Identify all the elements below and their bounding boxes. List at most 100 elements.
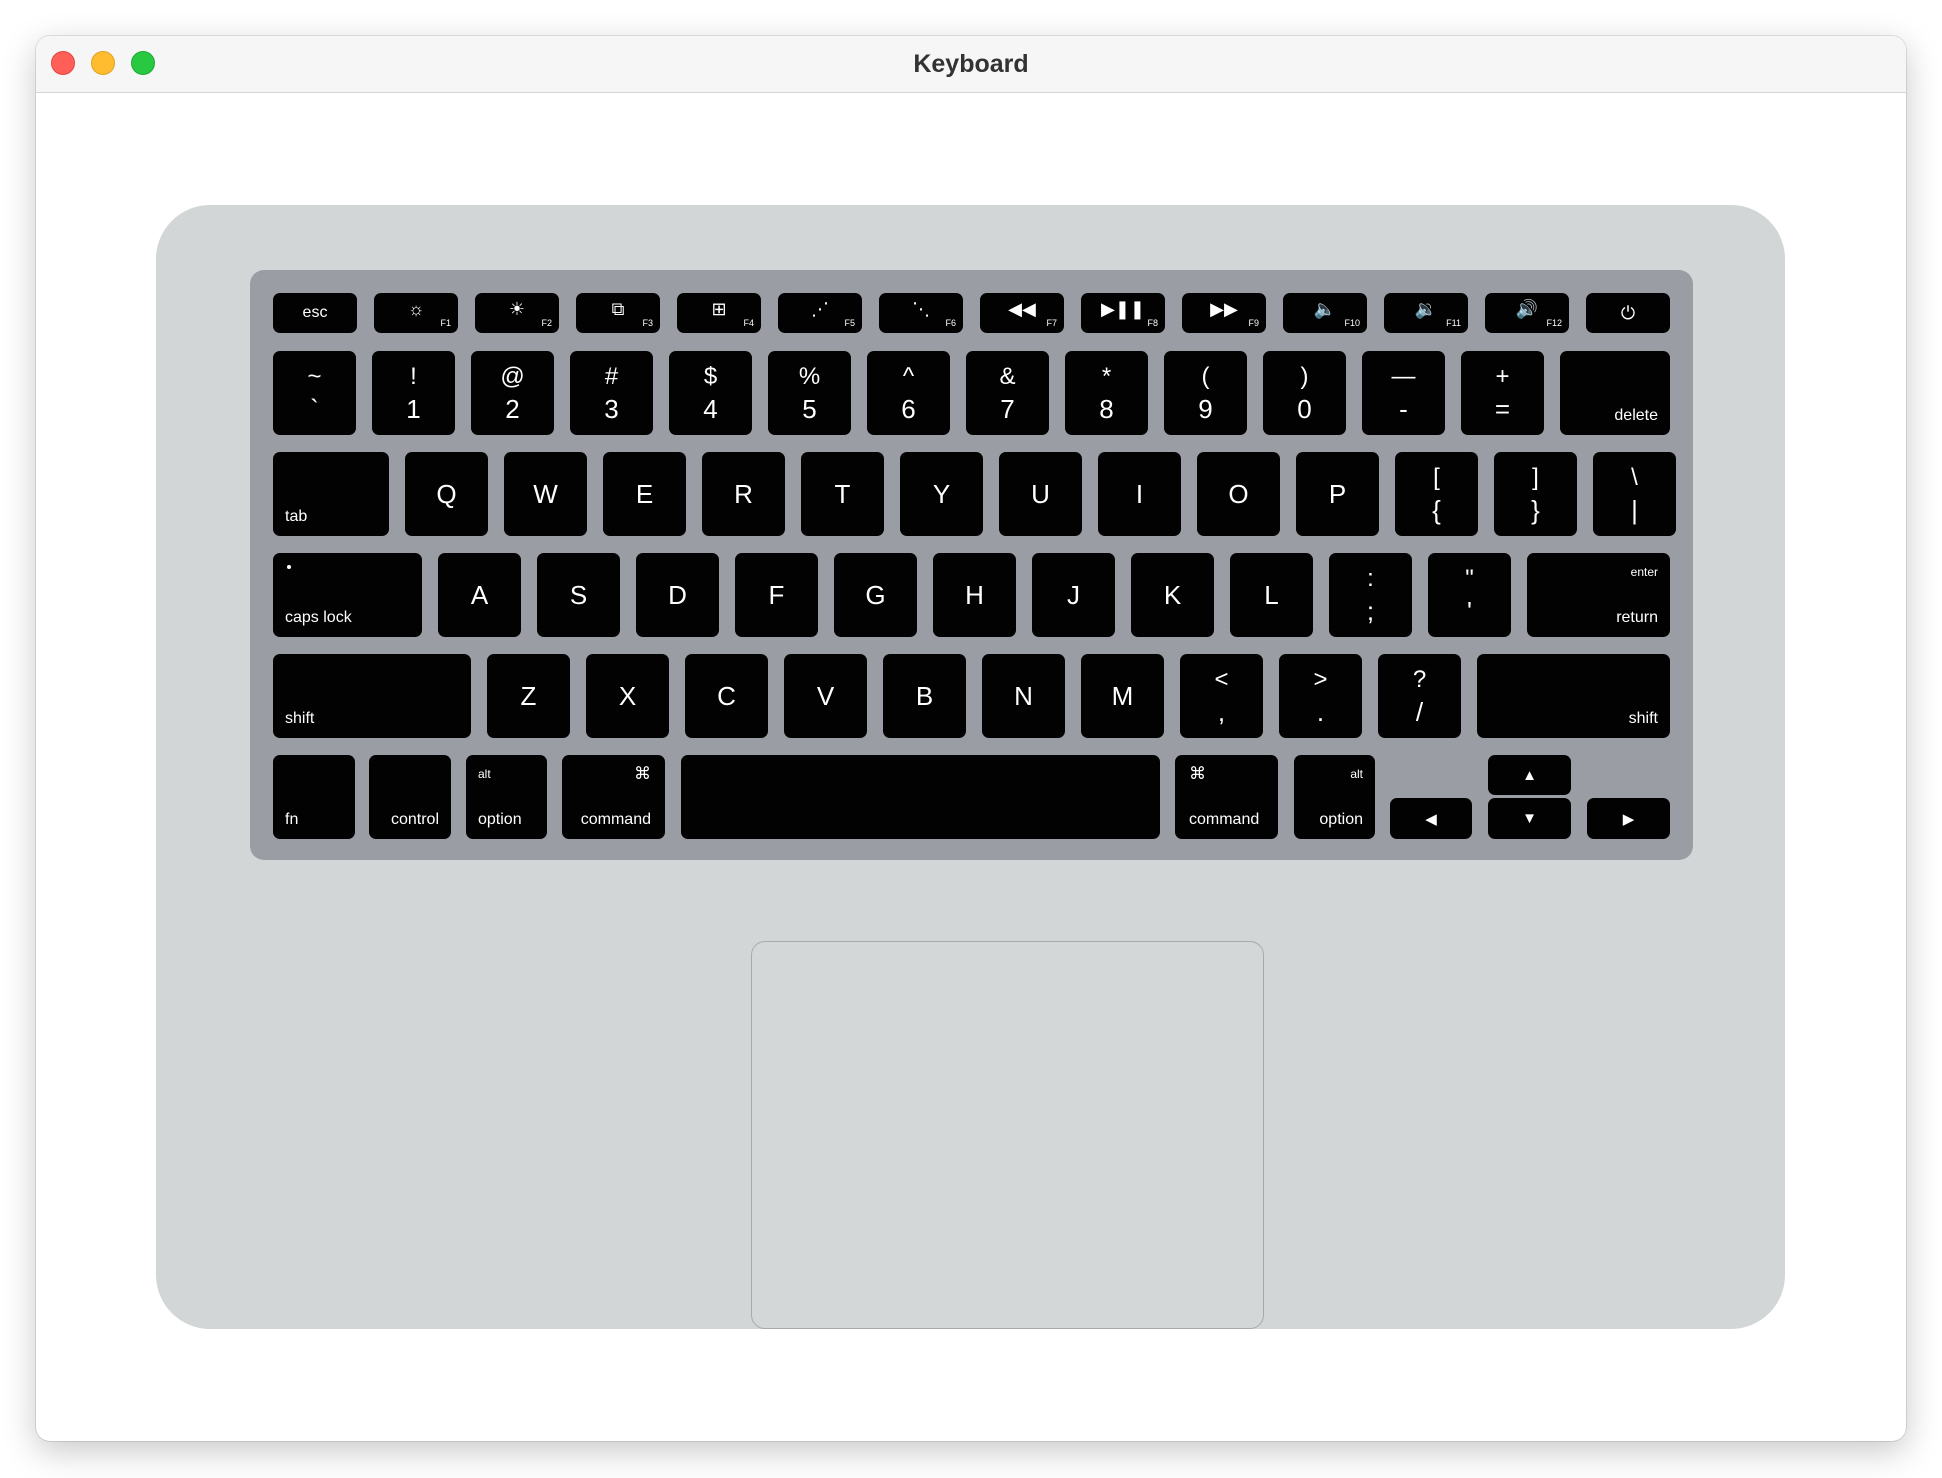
key-arrow-right[interactable]: ▶	[1587, 798, 1670, 839]
key-f1[interactable]: ☼ F1	[374, 293, 458, 333]
key-number-11[interactable]: — -	[1362, 351, 1445, 435]
key-quote-1[interactable]: " '	[1428, 553, 1511, 637]
trackpad[interactable]	[751, 941, 1264, 1329]
key-number-6[interactable]: ^ 6	[867, 351, 950, 435]
key-f4[interactable]: ⊞ F4	[677, 293, 761, 333]
key-f11[interactable]: 🔉 F11	[1384, 293, 1468, 333]
key-power[interactable]: ⏻	[1586, 293, 1670, 333]
key-m[interactable]: M	[1081, 654, 1164, 738]
key-f2[interactable]: ☀ F2	[475, 293, 559, 333]
key-control[interactable]: control	[369, 755, 451, 839]
key-char: E	[635, 478, 654, 509]
key-l[interactable]: L	[1230, 553, 1313, 637]
key-number-9[interactable]: (9	[1164, 351, 1247, 435]
key-k[interactable]: K	[1131, 553, 1214, 637]
key-arrow-up[interactable]: ▲	[1488, 755, 1571, 795]
key-tab[interactable]: tab	[273, 452, 389, 536]
key-label: fn	[285, 811, 299, 828]
key-s[interactable]: S	[537, 553, 620, 637]
key-bracket-0[interactable]: [{	[1395, 452, 1478, 536]
key-number-0[interactable]: ~ `	[273, 351, 356, 435]
key-number-3[interactable]: #3	[570, 351, 653, 435]
key-label: command	[1189, 811, 1260, 828]
key-number-5[interactable]: % 5	[768, 351, 851, 435]
play-pause-icon: ▶❚❚	[1100, 299, 1145, 319]
key-t[interactable]: T	[801, 452, 884, 536]
key-f6[interactable]: ⋱ F6	[879, 293, 963, 333]
key-char: S	[569, 579, 588, 610]
key-number-2[interactable]: @2	[471, 351, 554, 435]
key-r[interactable]: R	[702, 452, 785, 536]
key-number-1[interactable]: ! 1	[372, 351, 455, 435]
key-n[interactable]: N	[982, 654, 1065, 738]
key-a[interactable]: A	[438, 553, 521, 637]
brightness-up-icon: ☀	[508, 299, 526, 319]
key-punct-2[interactable]: ? /	[1378, 654, 1461, 738]
key-alt-label: alt	[1350, 767, 1363, 781]
key-v[interactable]: V	[784, 654, 867, 738]
key-p[interactable]: P	[1296, 452, 1379, 536]
key-punct-1[interactable]: >.	[1279, 654, 1362, 738]
key-char: }	[1531, 495, 1540, 525]
key-arrow-left[interactable]: ◀	[1390, 798, 1472, 839]
key-q[interactable]: Q	[405, 452, 488, 536]
key-h[interactable]: H	[933, 553, 1016, 637]
key-i[interactable]: I	[1098, 452, 1181, 536]
key-esc[interactable]: esc	[273, 293, 357, 333]
key-y[interactable]: Y	[900, 452, 983, 536]
key-delete[interactable]: delete	[1560, 351, 1670, 435]
key-char: 8	[1099, 394, 1114, 424]
key-return[interactable]: enter return	[1527, 553, 1670, 637]
key-fn[interactable]: fn	[273, 755, 355, 839]
power-icon: ⏻	[1620, 302, 1636, 323]
key-number-7[interactable]: & 7	[966, 351, 1049, 435]
key-b[interactable]: B	[883, 654, 966, 738]
key-j[interactable]: J	[1032, 553, 1115, 637]
key-w[interactable]: W	[504, 452, 587, 536]
key-f5[interactable]: ⋰ F5	[778, 293, 862, 333]
key-char: L	[1264, 579, 1279, 610]
key-label: shift	[1628, 710, 1658, 727]
key-o[interactable]: O	[1197, 452, 1280, 536]
key-z[interactable]: Z	[487, 654, 570, 738]
fast-forward-icon: ▶▶	[1210, 299, 1238, 319]
volume-down-icon: 🔉	[1414, 299, 1438, 319]
key-f12[interactable]: 🔊 F12	[1485, 293, 1569, 333]
caps-lock-indicator	[287, 565, 291, 569]
key-char: V	[816, 680, 835, 711]
key-e[interactable]: E	[603, 452, 686, 536]
key-char: 4	[703, 394, 718, 424]
key-quote-0[interactable]: :;	[1329, 553, 1412, 637]
key-number-12[interactable]: + =	[1461, 351, 1544, 435]
key-x[interactable]: X	[586, 654, 669, 738]
key-bracket-1[interactable]: ]}	[1494, 452, 1577, 536]
key-char: A	[470, 579, 489, 610]
key-f[interactable]: F	[735, 553, 818, 637]
key-char: 9	[1198, 394, 1213, 424]
key-option-right[interactable]: alt option	[1294, 755, 1375, 839]
key-f8[interactable]: ▶❚❚ F8	[1081, 293, 1165, 333]
key-shift-right[interactable]: shift	[1477, 654, 1670, 738]
key-number-4[interactable]: $4	[669, 351, 752, 435]
key-char: Z	[520, 680, 537, 711]
key-shift-left[interactable]: shift	[273, 654, 471, 738]
key-space[interactable]	[681, 755, 1160, 839]
key-caps-lock[interactable]: caps lock	[273, 553, 422, 637]
key-bracket-2[interactable]: \ |	[1593, 452, 1676, 536]
key-fn-label: F12	[1546, 318, 1562, 328]
key-f9[interactable]: ▶▶ F9	[1182, 293, 1266, 333]
key-number-8[interactable]: * 8	[1065, 351, 1148, 435]
key-number-10[interactable]: ) 0	[1263, 351, 1346, 435]
key-d[interactable]: D	[636, 553, 719, 637]
key-arrow-down[interactable]: ▼	[1488, 798, 1571, 839]
key-command-right[interactable]: ⌘ command	[1175, 755, 1278, 839]
key-f10[interactable]: 🔈 F10	[1283, 293, 1367, 333]
key-option-left[interactable]: alt option	[466, 755, 547, 839]
key-f7[interactable]: ◀◀ F7	[980, 293, 1064, 333]
key-g[interactable]: G	[834, 553, 917, 637]
key-punct-0[interactable]: <,	[1180, 654, 1263, 738]
key-c[interactable]: C	[685, 654, 768, 738]
key-command-left[interactable]: ⌘ command	[562, 755, 665, 839]
key-f3[interactable]: ⧉ F3	[576, 293, 660, 333]
key-u[interactable]: U	[999, 452, 1082, 536]
